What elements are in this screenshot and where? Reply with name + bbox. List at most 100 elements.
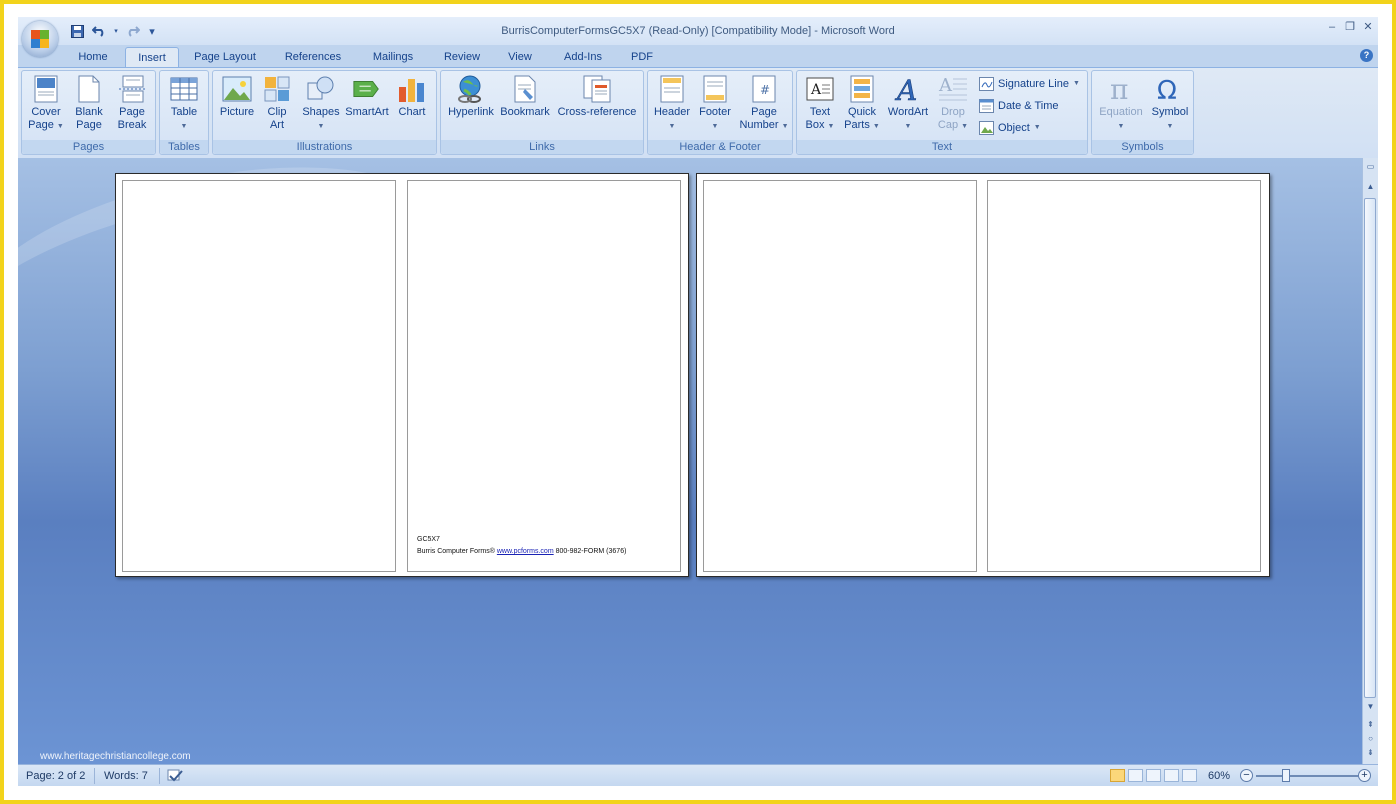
tab-view[interactable]: View [498,47,542,67]
zoom-slider-thumb[interactable] [1282,769,1290,782]
blank-page-label-1: Blank [75,106,103,118]
date-time-button[interactable]: Date & Time [979,97,1059,115]
table-button[interactable]: Table ▼ [165,74,203,133]
restore-button[interactable]: ❐ [1342,20,1358,34]
chevron-down-icon: ▼ [317,123,325,130]
chevron-down-icon: ▼ [1072,80,1080,87]
office-button[interactable] [22,21,58,57]
signature-line-button[interactable]: Signature Line ▼ [979,75,1080,93]
window-title: BurrisComputerFormsGC5X7 (Read-Only) [Co… [501,25,895,37]
chart-button[interactable]: Chart [393,74,431,119]
page-break-button[interactable]: Page Break [112,74,152,132]
card-panel-left[interactable] [122,180,396,572]
page-number-icon: # [749,74,779,104]
tab-mailings[interactable]: Mailings [360,47,426,67]
next-page-icon[interactable]: ⇟ [1364,746,1377,759]
minimize-button[interactable]: – [1324,20,1340,34]
chevron-down-icon: ▼ [781,123,789,130]
wordart-button[interactable]: A WordArt ▼ [884,74,932,133]
picture-button[interactable]: Picture [217,74,257,119]
tab-insert[interactable]: Insert [125,47,179,68]
web-layout-icon[interactable] [1146,769,1161,782]
document-area[interactable]: GC5X7 Burris Computer Forms® www.pcforms… [18,158,1362,764]
print-layout-icon[interactable] [1110,769,1125,782]
tab-home[interactable]: Home [68,47,118,67]
bookmark-label: Bookmark [500,106,550,118]
tab-page-layout[interactable]: Page Layout [186,47,264,67]
full-screen-reading-icon[interactable] [1128,769,1143,782]
zoom-level[interactable]: 60% [1208,769,1230,783]
quick-parts-button[interactable]: Quick Parts ▼ [842,74,882,133]
zoom-out-button[interactable]: − [1240,769,1253,782]
drop-cap-button[interactable]: A Drop Cap ▼ [933,74,973,133]
chevron-down-icon: ▼ [1117,123,1125,130]
tab-references[interactable]: References [276,47,350,67]
draft-view-icon[interactable] [1182,769,1197,782]
clip-art-button[interactable]: Clip Art [259,74,295,132]
chevron-down-icon: ▼ [1033,124,1041,131]
document-page-2[interactable] [696,173,1270,577]
footer-phone: 800-982-FORM (3676) [555,548,627,555]
page-break-label-2: Break [117,119,147,131]
page-number-button[interactable]: # Page Number ▼ [738,74,790,133]
document-page-1[interactable]: GC5X7 Burris Computer Forms® www.pcforms… [115,173,689,577]
zoom-slider[interactable] [1256,775,1358,777]
object-button[interactable]: Object ▼ [979,119,1041,137]
card-panel-right[interactable] [987,180,1261,572]
symbol-button[interactable]: Ω Symbol ▼ [1148,74,1192,133]
cover-page-button[interactable]: Cover Page ▼ [26,74,66,133]
page-number-label-1: Page [751,106,777,118]
proofing-icon[interactable] [166,769,186,783]
signature-icon [979,77,994,91]
header-label: Header [653,106,691,118]
group-label-illustrations: Illustrations [213,140,436,154]
cover-page-label-2: Page [28,119,54,131]
clip-art-icon [262,74,292,104]
view-ruler-icon[interactable]: ▭ [1364,160,1377,173]
word-count[interactable]: Words: 7 [104,769,148,783]
header-button[interactable]: Header ▼ [651,74,693,133]
previous-page-icon[interactable]: ⇞ [1364,718,1377,731]
tab-pdf[interactable]: PDF [622,47,662,67]
scroll-down-icon[interactable]: ▼ [1364,700,1377,713]
text-box-button[interactable]: A Text Box ▼ [800,74,840,133]
tab-add-ins[interactable]: Add-Ins [554,47,612,67]
bookmark-button[interactable]: Bookmark [499,74,551,119]
scroll-up-icon[interactable]: ▲ [1364,180,1377,193]
date-time-label: Date & Time [998,100,1059,112]
symbol-label: Symbol [1151,106,1189,118]
shapes-button[interactable]: Shapes ▼ [299,74,343,133]
table-icon [169,74,199,104]
equation-button[interactable]: π Equation ▼ [1095,74,1147,133]
footer-button[interactable]: Footer ▼ [694,74,736,133]
page-count[interactable]: Page: 2 of 2 [26,769,85,783]
blank-page-label-2: Page [76,119,102,131]
calendar-icon [979,99,994,113]
title-bar: ▾ ▾ BurrisComputerFormsGC5X7 (Read-Only)… [18,17,1378,45]
zoom-in-button[interactable]: + [1358,769,1371,782]
help-icon[interactable]: ? [1360,49,1373,62]
form-footer: GC5X7 Burris Computer Forms® www.pcforms… [417,534,626,558]
select-browse-object-icon[interactable]: ○ [1364,732,1377,745]
footer-website-link[interactable]: www.pcforms.com [497,548,554,555]
hyperlink-button[interactable]: Hyperlink [444,74,498,119]
svg-text:#: # [760,83,770,97]
chevron-down-icon: ▼ [872,123,880,130]
card-panel-left[interactable] [703,180,977,572]
blank-page-button[interactable]: Blank Page [70,74,108,132]
group-symbols: π Equation ▼ Ω Symbol ▼ Symbols [1091,70,1194,155]
smartart-button[interactable]: SmartArt [343,74,391,119]
outline-view-icon[interactable] [1164,769,1179,782]
scrollbar-thumb[interactable] [1364,198,1376,698]
group-header-footer: Header ▼ Footer ▼ # Page Number ▼ Header… [647,70,793,155]
vertical-scrollbar[interactable]: ▭ ▲ ▼ ⇞ ○ ⇟ [1362,158,1378,764]
close-button[interactable]: ✕ [1360,20,1376,34]
chevron-down-icon: ▼ [56,123,64,130]
tab-review[interactable]: Review [436,47,488,67]
bookmark-icon [510,74,540,104]
cross-reference-button[interactable]: Cross-reference [555,74,639,119]
clip-art-label-2: Art [269,119,285,131]
globe-link-icon [456,74,486,104]
card-panel-right[interactable]: GC5X7 Burris Computer Forms® www.pcforms… [407,180,681,572]
quick-parts-icon [847,74,877,104]
